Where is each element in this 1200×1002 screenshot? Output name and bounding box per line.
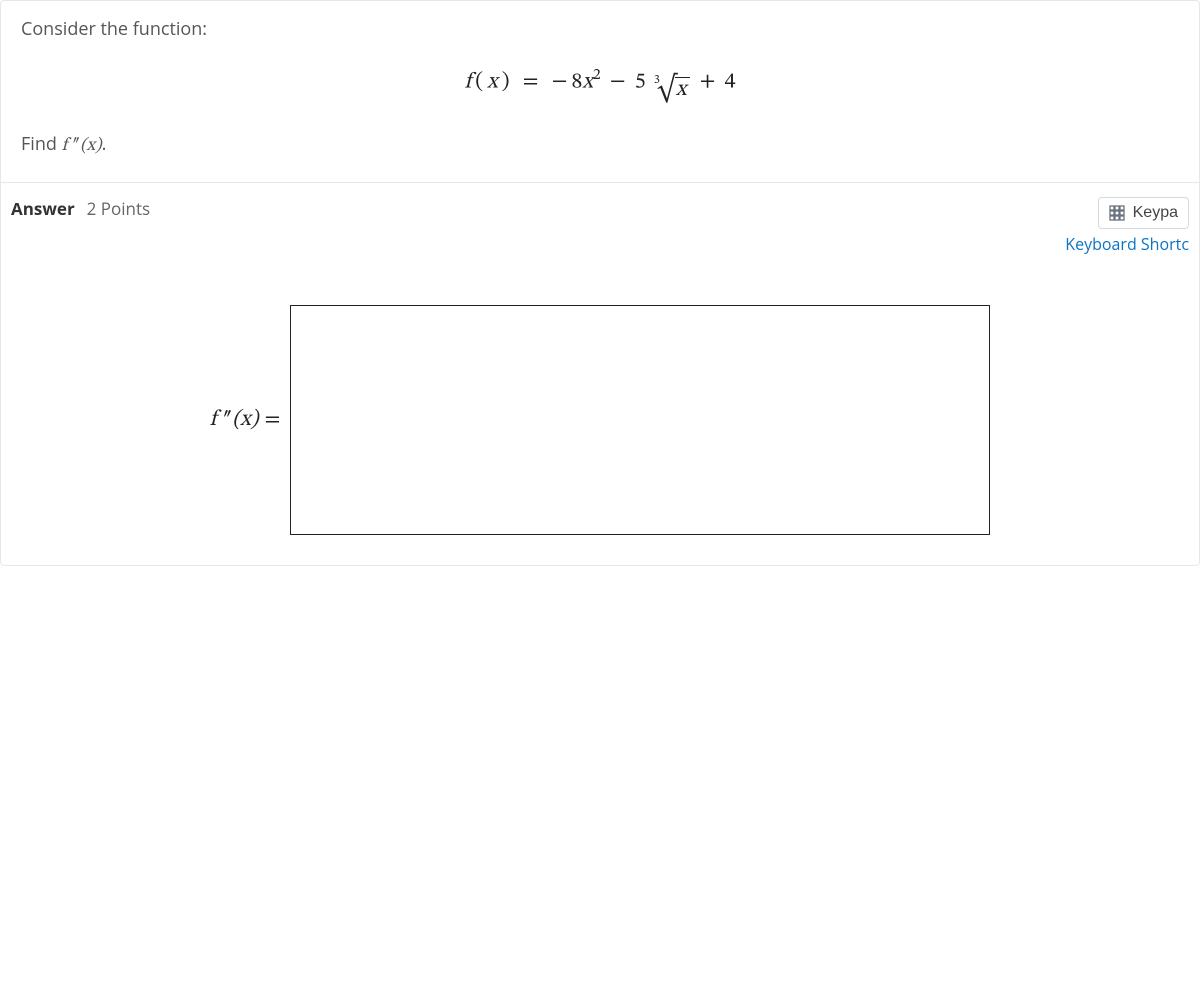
find-suffix: . — [102, 132, 107, 156]
keypad-icon — [1109, 205, 1125, 221]
answer-lhs: f ″(x)= — [210, 406, 281, 434]
formula: f(x) = −8x2 − 5 3√x + 4 — [21, 65, 1179, 104]
keypad-label: Keypa — [1133, 204, 1178, 222]
answer-header: Answer 2 Points — [11, 197, 1189, 255]
question-body: Consider the function: f(x) = −8x2 − 5 3… — [1, 1, 1199, 183]
keypad-button[interactable]: Keypa — [1098, 197, 1189, 229]
find-line: Find f ″(x). — [21, 132, 1179, 158]
answer-label: Answer — [11, 197, 75, 220]
question-card: Consider the function: f(x) = −8x2 − 5 3… — [0, 0, 1200, 566]
answer-header-left: Answer 2 Points — [11, 197, 150, 220]
answer-points: 2 Points — [87, 197, 150, 220]
answer-input-area: f ″(x)= — [11, 305, 1189, 535]
cube-root: 3√x — [651, 77, 691, 103]
answer-input[interactable] — [290, 305, 990, 535]
answer-header-right: Keypa Keyboard Shortc — [1065, 197, 1189, 255]
question-intro: Consider the function: — [21, 17, 1179, 41]
keyboard-shortcuts-link[interactable]: Keyboard Shortc — [1065, 233, 1189, 255]
answer-section: Answer 2 Points — [1, 183, 1199, 565]
find-prefix: Find — [21, 132, 62, 156]
